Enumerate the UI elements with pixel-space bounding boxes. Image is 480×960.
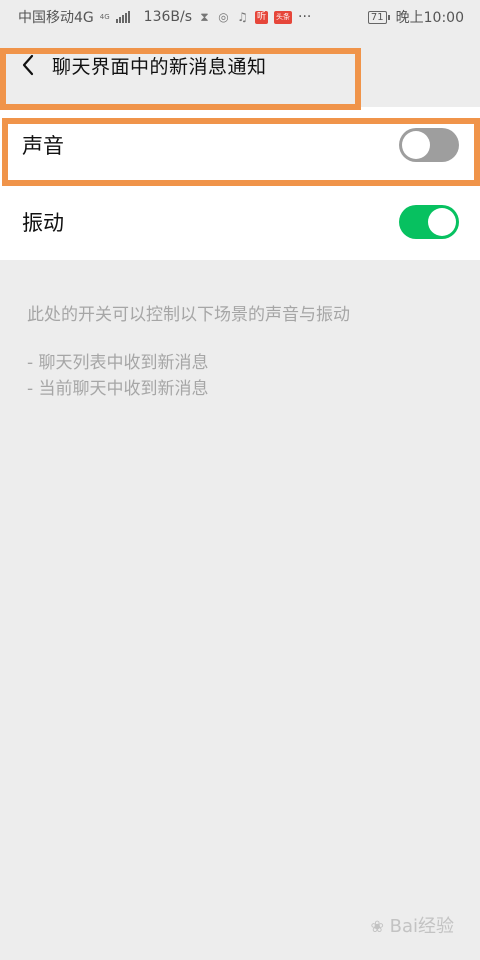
screen: 中国移动4G 4G 136B/s ⧗ ◎ ♫ 听 头条 ··· 71 晚上10:…: [0, 0, 480, 960]
network-type-small: 4G: [99, 12, 110, 21]
status-bar: 中国移动4G 4G 136B/s ⧗ ◎ ♫ 听 头条 ··· 71 晚上10:…: [0, 0, 480, 34]
watermark: ❀ Bai经验: [370, 912, 454, 938]
toggle-knob: [428, 208, 456, 236]
signal-icon: [115, 11, 130, 23]
paw-icon: ❀: [370, 917, 384, 936]
scenario-item: - 聊天列表中收到新消息: [27, 353, 209, 373]
music-icon: ♫: [237, 9, 248, 24]
carrier-text: 中国移动4G: [18, 10, 94, 26]
hourglass-icon: ⧗: [200, 9, 209, 24]
battery-icon: 71: [367, 10, 390, 24]
battery-level: 71: [367, 10, 387, 24]
app-badge-icon: 听: [255, 10, 269, 24]
clock-text: 晚上10:00: [395, 10, 464, 26]
network-speed: 136B/s: [143, 9, 192, 25]
description-text: 此处的开关可以控制以下场景的声音与振动: [27, 305, 350, 325]
news-app-icon: 头条: [274, 10, 293, 24]
hotspot-icon: ◎: [218, 9, 229, 24]
more-notifications-icon: ···: [298, 9, 312, 25]
vibrate-label: 振动: [22, 211, 64, 235]
vibrate-toggle[interactable]: [399, 205, 459, 239]
status-left: 中国移动4G 4G 136B/s ⧗ ◎ ♫ 听 头条 ···: [0, 7, 311, 27]
highlight-box-sound: [2, 118, 480, 186]
status-right: 71 晚上10:00: [367, 7, 480, 27]
description: 此处的开关可以控制以下场景的声音与振动 - 聊天列表中收到新消息 - 当前聊天中…: [27, 302, 457, 402]
watermark-text: Bai经验: [389, 916, 454, 937]
highlight-box-title: [0, 48, 361, 110]
scenario-item: - 当前聊天中收到新消息: [27, 379, 209, 399]
vibrate-setting-row[interactable]: 振动: [0, 184, 480, 260]
